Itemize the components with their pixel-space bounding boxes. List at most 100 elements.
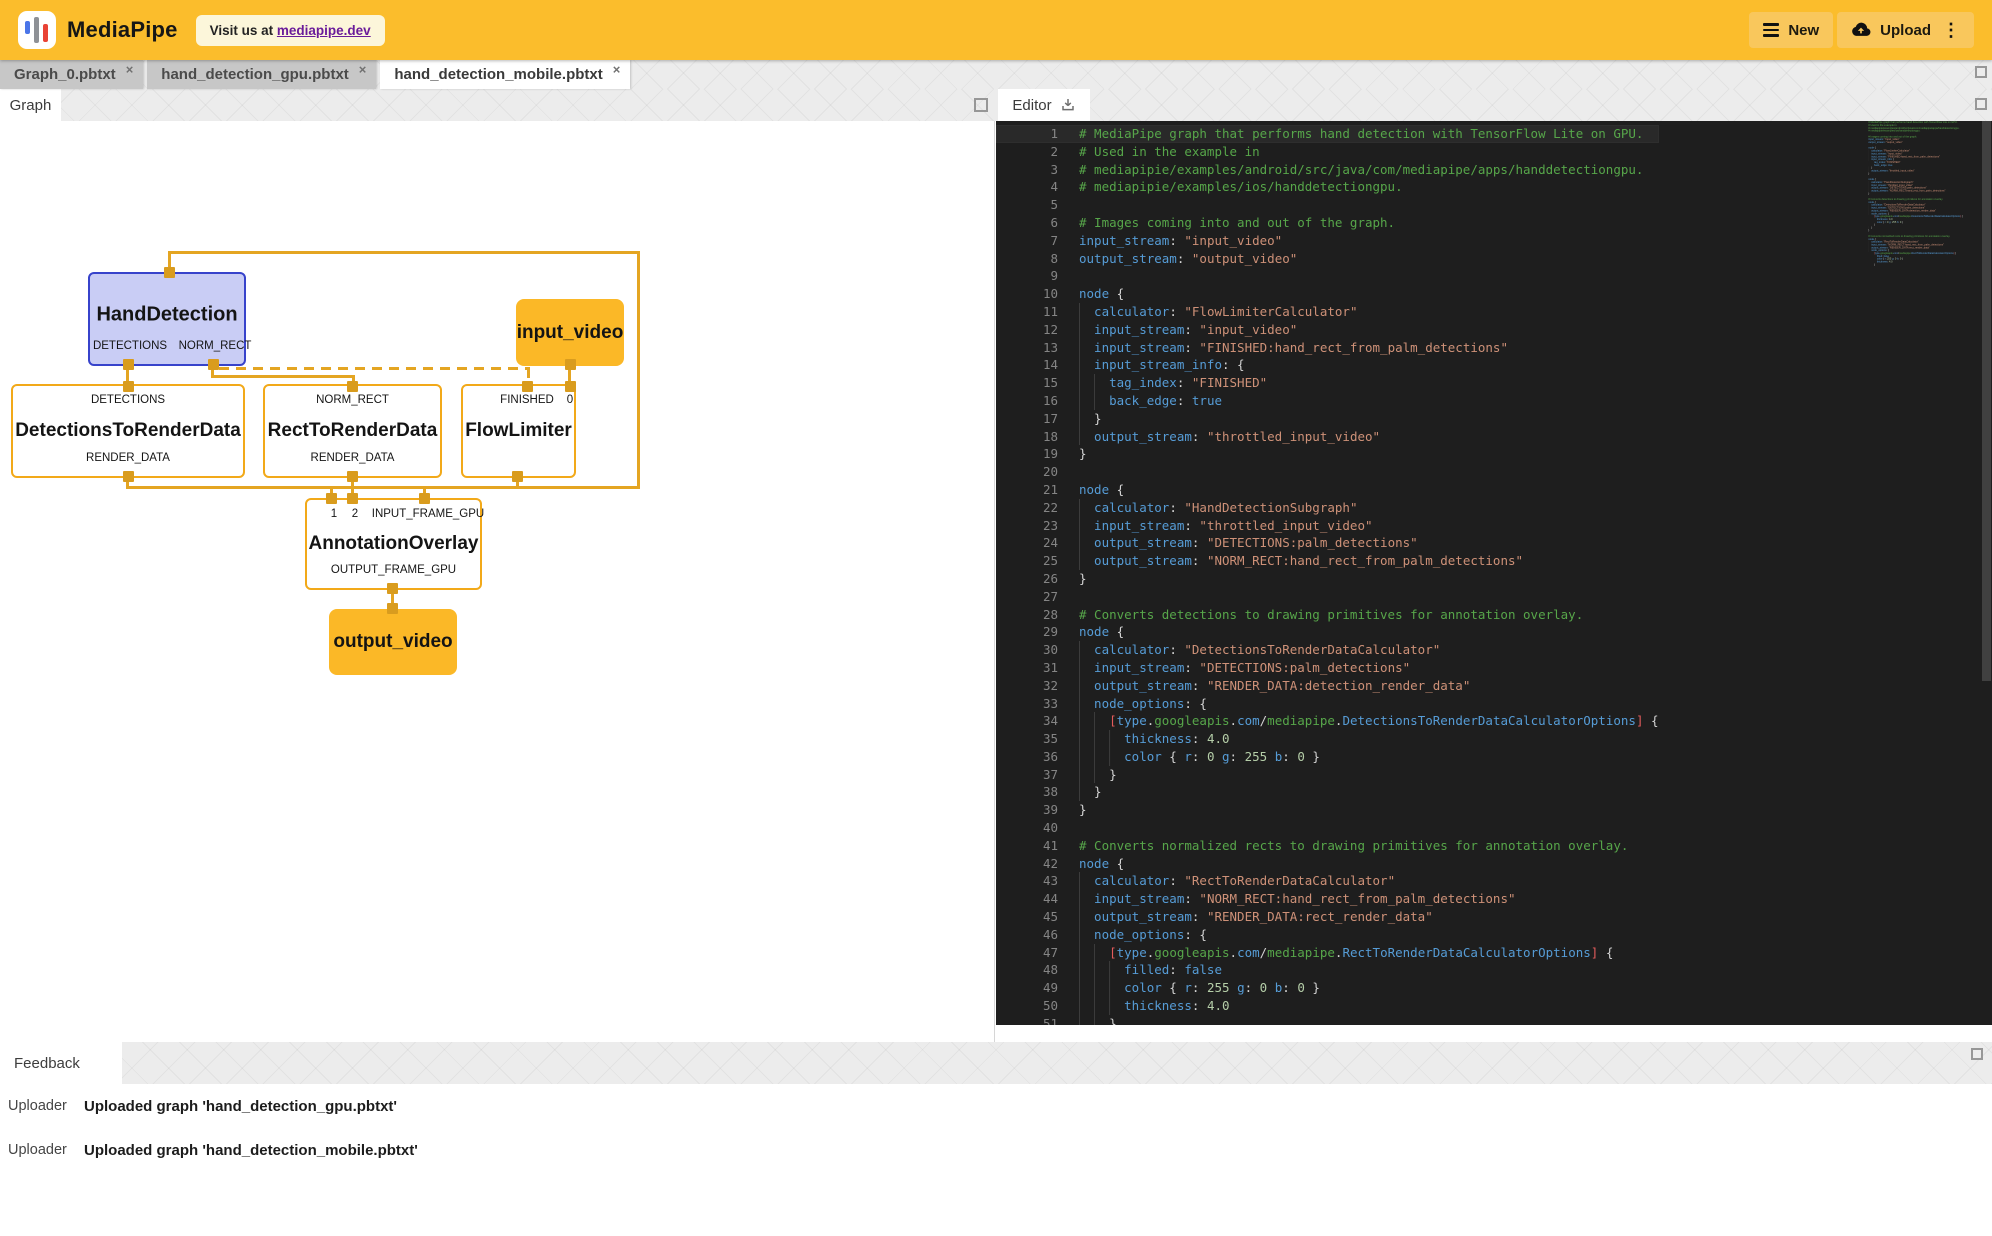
download-icon[interactable] — [1060, 97, 1076, 113]
editor-panel[interactable]: 1# MediaPipe graph that performs hand de… — [996, 121, 1992, 1025]
file-tab-Graph_0.pbtxt[interactable]: Graph_0.pbtxt× — [0, 60, 143, 89]
code-editor[interactable]: # MediaPipe graph that performs hand det… — [1865, 121, 1980, 266]
line-number: 50 — [996, 997, 1058, 1015]
port-square — [347, 493, 358, 504]
port-label-render-data: RENDER_DATA — [265, 452, 440, 464]
line-number: 40 — [996, 819, 1058, 837]
code-line: 18output_stream: "throttled_input_video" — [996, 428, 1659, 446]
node-input-video[interactable]: input_video — [516, 299, 624, 366]
port-square — [512, 471, 523, 482]
port-square — [419, 493, 430, 504]
code-line: 22calculator: "HandDetectionSubgraph" — [996, 499, 1659, 517]
close-tab-icon[interactable]: × — [126, 62, 134, 77]
file-tab-label: hand_detection_mobile.pbtxt — [394, 66, 602, 83]
code-line: 38} — [996, 783, 1659, 801]
code-editor[interactable]: 1# MediaPipe graph that performs hand de… — [996, 125, 1659, 1025]
feedback-strip: Feedback — [0, 1042, 1992, 1084]
code-line: 41# Converts normalized rects to drawing… — [996, 837, 1659, 855]
file-tab-label: hand_detection_gpu.pbtxt — [161, 66, 349, 83]
file-tab-hand_detection_mobile.pbtxt[interactable]: hand_detection_mobile.pbtxt × — [380, 60, 630, 89]
expand-editor-panel-icon[interactable] — [1975, 98, 1987, 110]
graph-canvas[interactable]: HandDetection DETECTIONS NORM_RECT input… — [0, 121, 994, 1042]
more-options-icon[interactable]: ⋮ — [1942, 21, 1960, 39]
code-line: 47[type.googleapis.com/mediapipe.RectToR… — [996, 944, 1659, 962]
code-line: 20 — [996, 463, 1659, 481]
code-line: 17} — [996, 410, 1659, 428]
code-line: 3# mediapipie/examples/android/src/java/… — [996, 161, 1659, 179]
line-number: 11 — [996, 303, 1058, 321]
code-line: 35thickness: 4.0 — [996, 730, 1659, 748]
line-number: 49 — [996, 979, 1058, 997]
new-button[interactable]: New — [1749, 12, 1833, 48]
expand-graph-panel-icon[interactable] — [974, 98, 988, 112]
line-number: 12 — [996, 321, 1058, 339]
code-line: 45output_stream: "RENDER_DATA:rect_rende… — [996, 908, 1659, 926]
line-number: 47 — [996, 944, 1058, 962]
node-annotation-overlay[interactable]: 1 2 INPUT_FRAME_GPU AnnotationOverlay OU… — [305, 498, 482, 590]
line-number: 16 — [996, 392, 1058, 410]
code-line: 44input_stream: "NORM_RECT:hand_rect_fro… — [996, 890, 1659, 908]
graph-edge-dashed — [219, 367, 530, 370]
code-line: 27 — [996, 588, 1659, 606]
node-flow-limiter[interactable]: FINISHED 0 FlowLimiter — [461, 384, 576, 478]
code-line: 31input_stream: "DETECTIONS:palm_detecti… — [996, 659, 1659, 677]
code-line: 19} — [996, 445, 1659, 463]
code-line: 4# mediapipie/examples/ios/handdetection… — [996, 178, 1659, 196]
scrollbar-thumb[interactable] — [1982, 121, 1991, 681]
upload-button[interactable]: Upload ⋮ — [1837, 12, 1974, 48]
line-number: 24 — [996, 534, 1058, 552]
upload-button-label: Upload — [1880, 22, 1931, 39]
node-hand-detection[interactable]: HandDetection DETECTIONS NORM_RECT — [88, 272, 246, 366]
node-title: FlowLimiter — [463, 420, 574, 442]
feedback-source: Uploader — [8, 1142, 72, 1158]
code-line: 24output_stream: "DETECTIONS:palm_detect… — [996, 534, 1659, 552]
line-number: 13 — [996, 339, 1058, 357]
expand-feedback-panel-icon[interactable] — [1971, 1048, 1983, 1060]
code-line: 23input_stream: "throttled_input_video" — [996, 517, 1659, 535]
feedback-source: Uploader — [8, 1098, 72, 1114]
line-number: 33 — [996, 695, 1058, 713]
code-line: 37} — [996, 766, 1659, 784]
visit-prefix: Visit us at — [210, 23, 274, 38]
line-number: 18 — [996, 428, 1058, 446]
minimap[interactable]: # MediaPipe graph that performs hand det… — [1865, 121, 1980, 1025]
feedback-row: UploaderUploaded graph 'hand_detection_g… — [0, 1084, 1992, 1128]
line-number: 2 — [996, 143, 1058, 161]
expand-tabs-icon[interactable] — [1975, 66, 1987, 78]
tab-graph[interactable]: Graph — [0, 89, 61, 121]
line-number: 41 — [996, 837, 1058, 855]
port-label-1: 1 — [331, 508, 337, 520]
line-number: 17 — [996, 410, 1058, 428]
close-tab-icon[interactable]: × — [359, 62, 367, 77]
port-label-0: 0 — [567, 394, 573, 406]
tab-feedback[interactable]: Feedback — [0, 1042, 122, 1084]
code-line: 21node { — [996, 481, 1659, 499]
new-button-label: New — [1788, 22, 1819, 39]
node-output-video[interactable]: output_video — [329, 609, 457, 675]
line-number: 32 — [996, 677, 1058, 695]
node-detections-to-render-data[interactable]: DETECTIONS DetectionsToRenderData RENDER… — [11, 384, 245, 478]
code-line: 1# MediaPipe graph that performs hand de… — [996, 125, 1659, 143]
line-number: 8 — [996, 250, 1058, 268]
file-tab-hand_detection_gpu.pbtxt[interactable]: hand_detection_gpu.pbtxt × — [147, 60, 376, 89]
node-rect-to-render-data[interactable]: NORM_RECT RectToRenderData RENDER_DATA — [263, 384, 442, 478]
editor-scrollbar[interactable] — [1981, 121, 1992, 1025]
code-line: 48filled: false — [996, 961, 1659, 979]
code-line: 2# Used in the example in — [996, 143, 1659, 161]
mediapipe-dev-link[interactable]: mediapipe.dev — [277, 23, 371, 38]
line-number: 15 — [996, 374, 1058, 392]
close-tab-icon[interactable]: × — [613, 62, 621, 77]
line-number: 10 — [996, 285, 1058, 303]
line-number: 35 — [996, 730, 1058, 748]
port-square — [326, 493, 337, 504]
line-number: 5 — [996, 196, 1058, 214]
tab-editor[interactable]: Editor — [998, 89, 1090, 121]
code-line: 50thickness: 4.0 — [996, 997, 1659, 1015]
line-number: 9 — [996, 267, 1058, 285]
code-line: 29node { — [996, 623, 1659, 641]
line-number: 48 — [996, 961, 1058, 979]
node-title: input_video — [516, 322, 624, 344]
graph-edge — [127, 486, 640, 489]
line-number: 27 — [996, 588, 1058, 606]
port-label-output-frame-gpu: OUTPUT_FRAME_GPU — [307, 564, 480, 576]
